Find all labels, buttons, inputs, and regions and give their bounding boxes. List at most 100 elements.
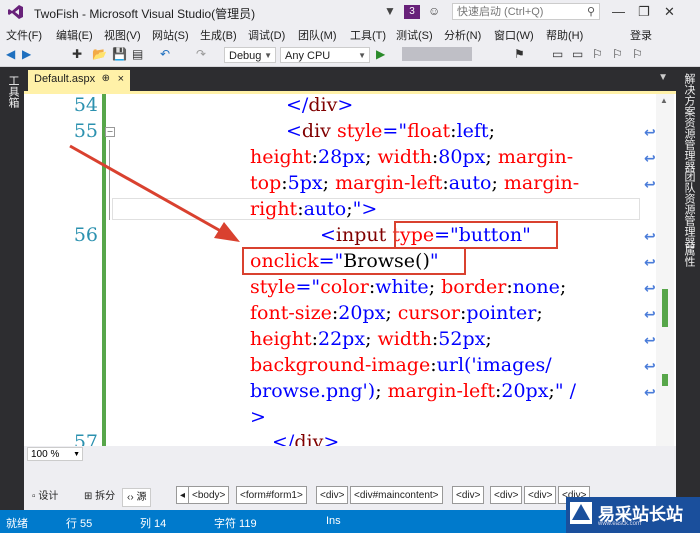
menu-analyze[interactable]: 分析(N) bbox=[444, 27, 481, 43]
design-view-button[interactable]: ▫ 设计 bbox=[28, 488, 62, 505]
status-char: 字符 119 bbox=[214, 518, 257, 530]
title-bar: TwoFish - Microsoft Visual Studio(管理员) ▼… bbox=[0, 0, 700, 25]
code-line: 55 − <div style="float:left; bbox=[24, 120, 676, 146]
collapse-icon[interactable]: − bbox=[105, 127, 115, 137]
code-editor[interactable]: 54 </div> 55 − <div style="float:left; h… bbox=[24, 91, 676, 446]
highlight-box-onclick bbox=[242, 247, 466, 275]
minimize-button[interactable]: — bbox=[612, 4, 625, 19]
watermark-logo-icon bbox=[570, 502, 592, 524]
word-wrap-glyph-icon: ↩ bbox=[644, 280, 656, 296]
breadcrumb-div[interactable]: <div> bbox=[524, 486, 557, 504]
status-row: 行 55 bbox=[66, 518, 93, 530]
configuration-select[interactable]: Debug ▼ bbox=[224, 47, 276, 63]
breadcrumb-div[interactable]: <div> bbox=[490, 486, 523, 504]
word-wrap-glyph-icon: ↩ bbox=[644, 332, 656, 348]
undo-icon[interactable]: ↶ bbox=[160, 47, 170, 61]
menu-window[interactable]: 窗口(W) bbox=[494, 27, 534, 43]
maximize-button[interactable]: ❐ bbox=[638, 4, 650, 20]
menu-debug[interactable]: 调试(D) bbox=[248, 27, 285, 43]
platform-select[interactable]: Any CPU ▼ bbox=[280, 47, 370, 63]
breadcrumb-maincontent[interactable]: <div#maincontent> bbox=[350, 486, 443, 504]
menu-team[interactable]: 团队(M) bbox=[298, 27, 337, 43]
pin-icon[interactable]: ⊕ bbox=[102, 73, 110, 84]
breadcrumb-body[interactable]: <body> bbox=[188, 486, 230, 504]
tab-default-aspx[interactable]: Default.aspx ⊕ × bbox=[28, 70, 130, 91]
quick-launch-input[interactable]: 快速启动 (Ctrl+Q) ⚲ bbox=[452, 3, 600, 20]
watermark: 易采站长站 www.easck.com bbox=[566, 497, 700, 533]
notification-badge[interactable]: 3 bbox=[404, 5, 420, 19]
filter-icon[interactable]: ▼ bbox=[384, 4, 396, 18]
open-icon[interactable]: 📂 bbox=[92, 47, 107, 61]
line-number: 54 bbox=[73, 94, 98, 116]
redo-icon[interactable]: ↷ bbox=[196, 47, 206, 61]
tab-dropdown-icon[interactable]: ▼ bbox=[658, 72, 668, 83]
code-line: 57 </div> bbox=[24, 431, 676, 446]
bookmark-icon[interactable]: ⚐ bbox=[592, 47, 603, 61]
browser-link-icon[interactable]: ⚑ bbox=[514, 47, 525, 61]
breadcrumb-div[interactable]: <div> bbox=[316, 486, 349, 504]
code-line-wrap: height:22px; width:52px; bbox=[250, 328, 492, 350]
change-marker bbox=[662, 374, 668, 386]
line-number: 56 bbox=[73, 224, 98, 246]
word-wrap-glyph-icon: ↩ bbox=[644, 306, 656, 322]
watermark-url: www.easck.com bbox=[598, 521, 642, 527]
close-button[interactable]: ✕ bbox=[664, 4, 675, 20]
bookmark-next-icon[interactable]: ⚐ bbox=[612, 47, 623, 61]
line-number: 57 bbox=[73, 431, 98, 446]
code-line-wrap: style="color:white; border:none; bbox=[250, 276, 567, 298]
code-line-wrap: font-size:20px; cursor:pointer; bbox=[250, 302, 543, 324]
search-icon: ⚲ bbox=[586, 6, 595, 18]
blurred-region bbox=[402, 47, 472, 61]
menu-test[interactable]: 测试(S) bbox=[396, 27, 433, 43]
breadcrumb-form[interactable]: <form#form1> bbox=[236, 486, 307, 504]
split-view-button[interactable]: ⊞ 拆分 bbox=[80, 488, 119, 505]
uncomment-icon[interactable]: ▭ bbox=[572, 47, 583, 61]
visual-studio-logo-icon bbox=[8, 5, 23, 19]
start-debugging-icon[interactable]: ▶ bbox=[376, 47, 385, 61]
save-icon[interactable]: 💾 bbox=[112, 47, 127, 61]
vertical-scrollbar[interactable]: ▲ bbox=[656, 94, 674, 446]
breadcrumb-div[interactable]: <div> bbox=[452, 486, 485, 504]
code-line-wrap: browse.png'); margin-left:20px;" / bbox=[250, 380, 577, 402]
code-line-wrap: right:auto;"> bbox=[250, 198, 378, 220]
toolbox-panel-tab[interactable]: 工具箱 bbox=[0, 67, 24, 510]
status-ins: Ins bbox=[326, 515, 341, 527]
menu-build[interactable]: 生成(B) bbox=[200, 27, 237, 43]
team-explorer-tab[interactable]: 团队资源管理器 bbox=[681, 171, 697, 248]
back-icon[interactable]: ◀ bbox=[6, 47, 15, 61]
close-tab-icon[interactable]: × bbox=[118, 73, 124, 85]
code-line-wrap: background-image:url('images/ bbox=[250, 354, 552, 376]
window-title: TwoFish - Microsoft Visual Studio(管理员) bbox=[34, 7, 256, 21]
properties-tab[interactable]: 属性 bbox=[681, 245, 697, 267]
menu-tools[interactable]: 工具(T) bbox=[350, 27, 386, 43]
menu-view[interactable]: 视图(V) bbox=[104, 27, 141, 43]
word-wrap-glyph-icon: ↩ bbox=[644, 228, 656, 244]
tab-filename: Default.aspx bbox=[34, 73, 96, 85]
feedback-icon[interactable]: ☺ bbox=[428, 4, 440, 18]
menu-help[interactable]: 帮助(H) bbox=[546, 27, 583, 43]
menu-edit[interactable]: 编辑(E) bbox=[56, 27, 93, 43]
code-line-wrap: top:5px; margin-left:auto; margin- bbox=[250, 172, 580, 194]
bookmark-prev-icon[interactable]: ⚐ bbox=[632, 47, 643, 61]
word-wrap-glyph-icon: ↩ bbox=[644, 254, 656, 270]
menu-file[interactable]: 文件(F) bbox=[6, 27, 42, 43]
menu-bar: 文件(F) 编辑(E) 视图(V) 网站(S) 生成(B) 调试(D) 团队(M… bbox=[0, 24, 700, 44]
signin-link[interactable]: 登录 bbox=[630, 27, 652, 43]
solution-explorer-tab[interactable]: 解决方案资源管理器 bbox=[681, 73, 697, 172]
code-line-wrap: > bbox=[250, 406, 266, 428]
menu-website[interactable]: 网站(S) bbox=[152, 27, 189, 43]
word-wrap-glyph-icon: ↩ bbox=[644, 150, 656, 166]
scroll-up-icon[interactable]: ▲ bbox=[660, 96, 668, 105]
forward-icon[interactable]: ▶ bbox=[22, 47, 31, 61]
word-wrap-glyph-icon: ↩ bbox=[644, 358, 656, 374]
toolbar: ◀ ▶ ✚ 📂 💾 ▤ ↶ ↷ Debug ▼ Any CPU ▼ ▶ ⚑ ▭ ▭ … bbox=[0, 44, 700, 67]
zoom-select[interactable]: 100 % ▼ bbox=[27, 447, 83, 461]
word-wrap-glyph-icon: ↩ bbox=[644, 124, 656, 140]
right-panel-tabs: 解决方案资源管理器 团队资源管理器 属性 bbox=[676, 67, 700, 510]
comment-icon[interactable]: ▭ bbox=[552, 47, 563, 61]
source-view-button[interactable]: ‹› 源 bbox=[122, 488, 152, 507]
word-wrap-glyph-icon: ↩ bbox=[644, 176, 656, 192]
change-marker bbox=[662, 289, 668, 327]
new-project-icon[interactable]: ✚ bbox=[72, 47, 82, 61]
save-all-icon[interactable]: ▤ bbox=[132, 47, 143, 61]
